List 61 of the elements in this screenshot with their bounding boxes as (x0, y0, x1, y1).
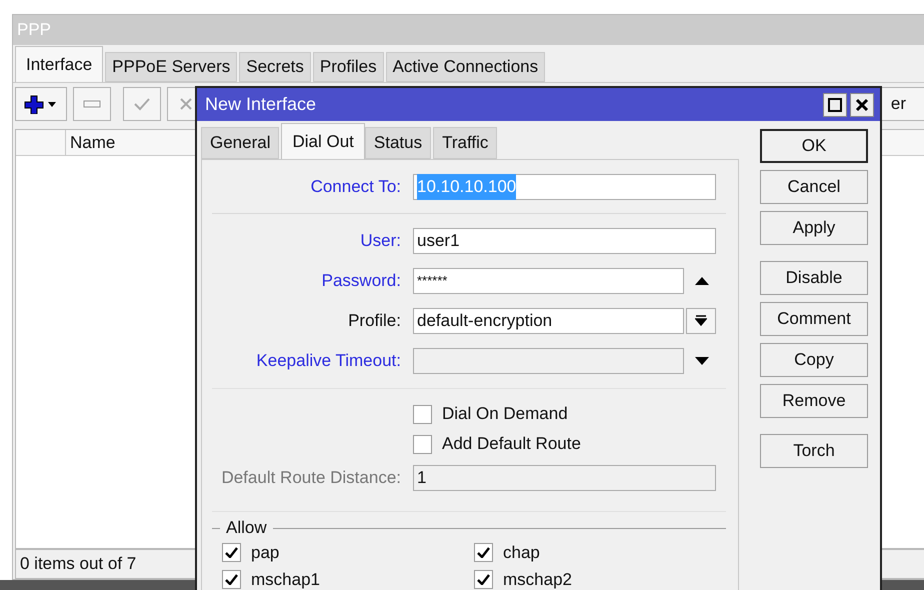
field-label: Profile: (347, 310, 402, 332)
maximize-icon (828, 98, 842, 112)
checkmark-icon (477, 547, 490, 558)
field-label: Default Route Distance: (220, 467, 402, 490)
dialog-button[interactable]: Copy (760, 343, 868, 377)
checkbox[interactable] (474, 543, 493, 562)
tab[interactable]: Active Connections (386, 52, 546, 82)
tab[interactable]: Profiles (312, 52, 384, 82)
status-text: 0 items out of 7 (20, 553, 136, 576)
checkmark-icon (225, 574, 238, 585)
dialog-button[interactable]: Cancel (760, 170, 868, 204)
field-label: Password: (320, 270, 402, 292)
dialog-tab[interactable]: Traffic (433, 127, 498, 159)
dialog-title: New Interface (205, 93, 316, 116)
checkbox-label: chap (503, 544, 540, 562)
tab[interactable]: Interface (15, 46, 104, 82)
password-field[interactable]: ****** (413, 268, 684, 294)
checkbox[interactable] (474, 570, 493, 589)
field-label: Keepalive Timeout: (255, 350, 402, 372)
checkbox[interactable] (222, 570, 241, 589)
maximize-button[interactable] (823, 92, 847, 116)
tab[interactable]: PPPoE Servers (105, 52, 238, 82)
checkbox[interactable] (222, 543, 241, 562)
checkbox-label: mschap2 (503, 570, 572, 588)
field-value: 10.10.10.100 (417, 174, 516, 200)
dialog-tab[interactable]: General (201, 127, 280, 159)
dialog-button[interactable]: Torch (760, 434, 868, 468)
down-arrow-icon[interactable] (695, 357, 709, 365)
dialog-button[interactable]: Comment (760, 302, 868, 336)
plus-caret-icon (23, 94, 59, 114)
checkbox-label: Add Default Route (442, 433, 581, 456)
checkbox-label: mschap1 (251, 570, 320, 588)
checkbox[interactable] (413, 434, 432, 454)
cross-icon (179, 97, 193, 111)
add-button[interactable] (15, 87, 67, 121)
checkbox[interactable] (413, 404, 432, 424)
tab[interactable]: Secrets (239, 52, 311, 82)
select-field[interactable]: default-encryption (413, 308, 684, 334)
group-title: Allow (225, 517, 268, 540)
dropdown-icon (695, 315, 707, 327)
field-label: Connect To: (310, 176, 402, 198)
checkbox-label: pap (251, 544, 280, 562)
text-field[interactable]: user1 (413, 228, 716, 254)
checkmark-icon (477, 574, 490, 585)
close-button[interactable] (850, 92, 874, 116)
dialog-button[interactable]: Remove (760, 384, 868, 418)
dropdown-button[interactable] (686, 308, 716, 334)
dialog-button[interactable]: Apply (760, 211, 868, 245)
dialog-button[interactable]: OK (760, 129, 868, 163)
checkmark-icon (225, 547, 238, 558)
field-label: User: (359, 230, 402, 252)
up-arrow-icon[interactable] (695, 277, 709, 285)
remove-button[interactable] (73, 87, 111, 121)
checkbox-label: Dial On Demand (442, 403, 568, 426)
dialog-tab[interactable]: Status (364, 127, 432, 159)
dialog-button[interactable]: Disable (760, 261, 868, 295)
close-icon (855, 98, 869, 112)
check-icon (133, 97, 151, 111)
dialog-tab[interactable]: Dial Out (281, 123, 365, 159)
minus-icon (83, 100, 101, 108)
empty-field[interactable] (413, 348, 684, 374)
